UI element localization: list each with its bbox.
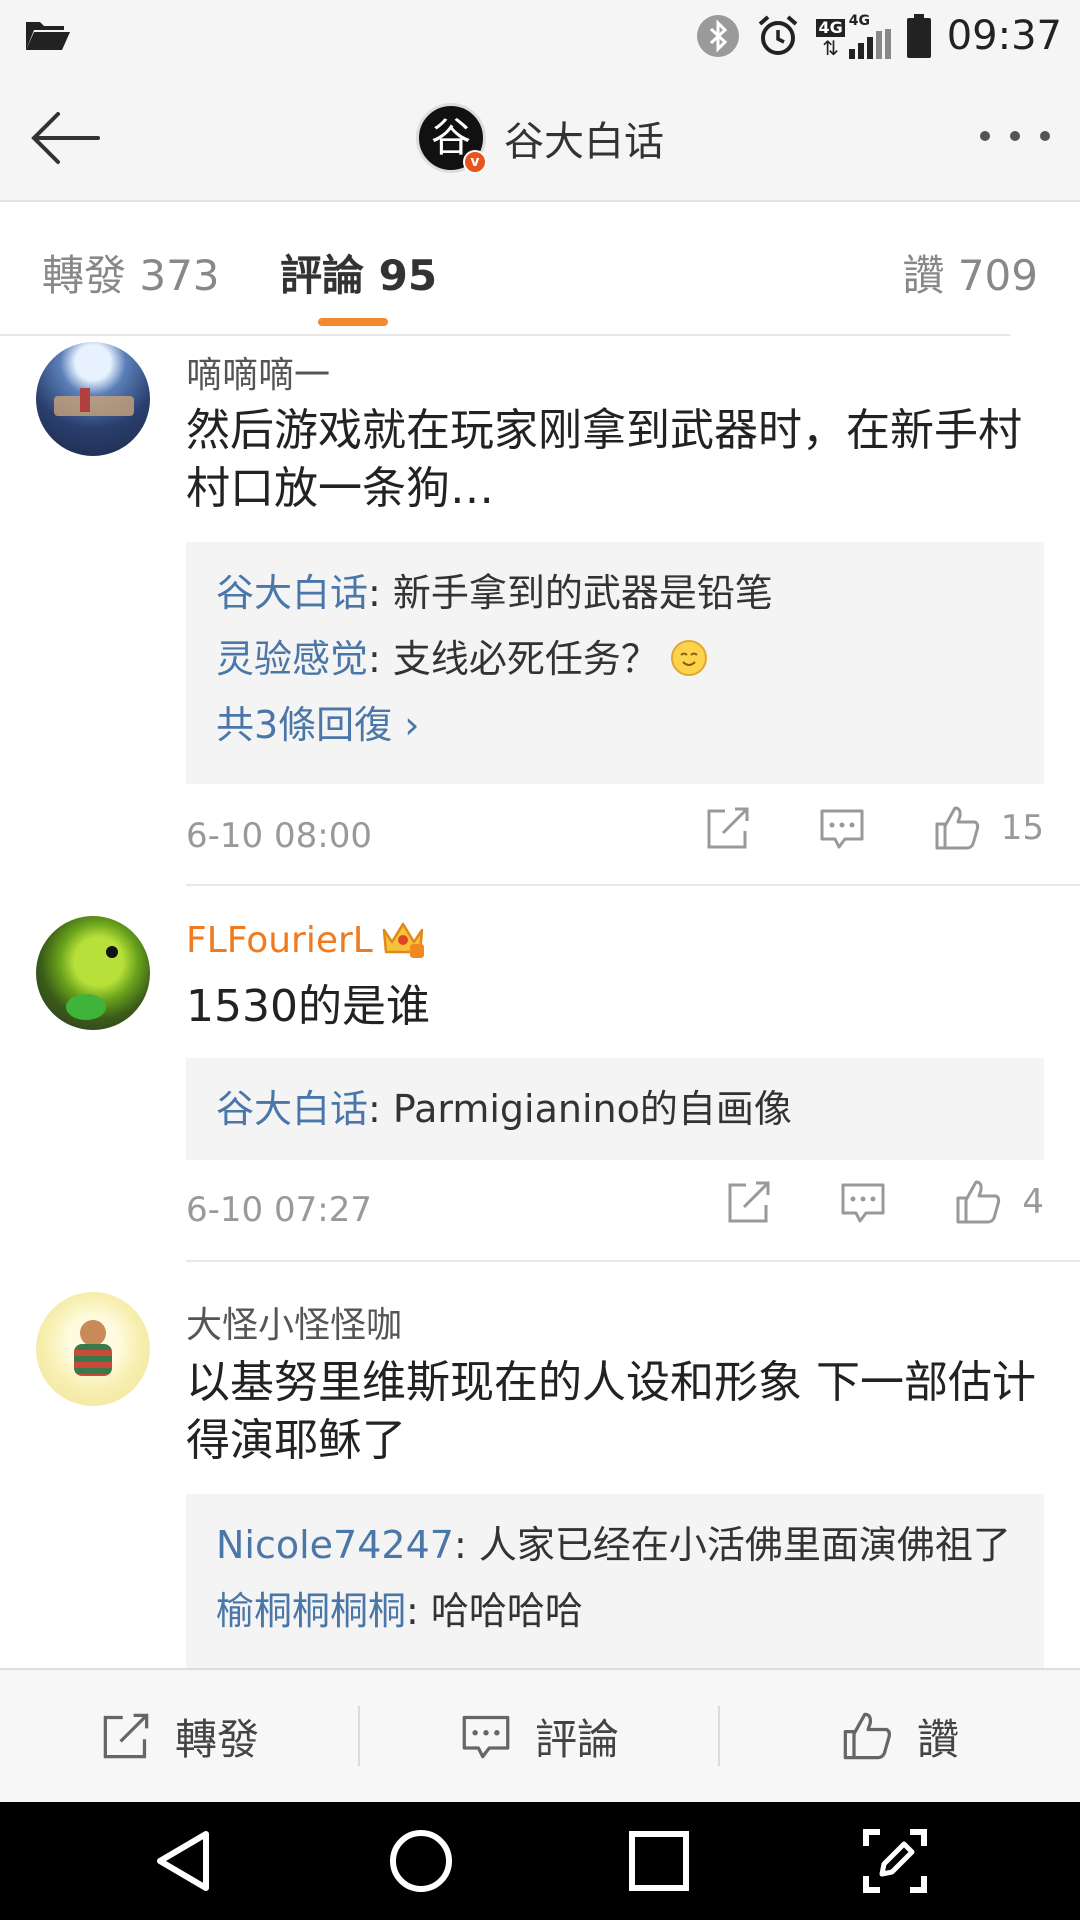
comment-text: 然后游戏就在玩家刚拿到武器时，在新手村村口放一条狗… <box>186 405 1022 514</box>
data-arrows-icon: ⇅ <box>822 36 839 60</box>
reply-separator: : <box>368 637 393 681</box>
comment-icon[interactable] <box>840 1179 886 1225</box>
vip-crown-icon <box>382 922 424 958</box>
bluetooth-icon <box>697 15 740 57</box>
reply-item: 灵验感觉: 支线必死任务？ <box>216 626 1014 692</box>
like-action[interactable]: 4 <box>954 1178 1044 1226</box>
recents-square-icon[interactable] <box>622 1824 696 1898</box>
reply-item: 榆桐桐桐桐: 哈哈哈哈 <box>216 1578 1014 1644</box>
comment-actions: 15 <box>705 804 1044 852</box>
comment-item: 大怪小怪怪咖 以基努里维斯现在的人设和形象 下一部估计得演耶稣了 Nicole7… <box>0 1262 1080 1668</box>
reply-text: 支线必死任务？ <box>392 637 659 681</box>
thumbs-up-icon[interactable] <box>954 1178 1002 1226</box>
comment-text: 以基努里维斯现在的人设和形象 下一部估计得演耶稣了 <box>186 1357 1036 1466</box>
reply-text: Parmigianino的自画像 <box>392 1087 792 1131</box>
reply-item: 谷大白话: Parmigianino的自画像 <box>216 1076 1014 1142</box>
reply-separator: : <box>453 1523 479 1567</box>
bottom-action-bar: 轉發 評論 讚 <box>0 1668 1080 1802</box>
repost-icon <box>103 1713 149 1759</box>
reply-item: Nicole74247: 人家已经在小活佛里面演佛祖了 <box>216 1512 1014 1578</box>
view-more-replies-link[interactable]: 共3條回復 › <box>216 692 1014 758</box>
reply-author[interactable]: 灵验感觉 <box>216 637 368 681</box>
comment-timestamp: 6-10 08:00 <box>186 816 372 856</box>
reply-author[interactable]: 谷大白话 <box>216 1087 368 1131</box>
like-count: 4 <box>1022 1182 1044 1222</box>
commenter-avatar[interactable] <box>36 916 150 1030</box>
smile-emoji-icon <box>671 640 708 676</box>
reply-separator: : <box>406 1589 431 1633</box>
repost-icon[interactable] <box>705 805 751 851</box>
like-button[interactable]: 讚 <box>720 1670 1080 1802</box>
commenter-name[interactable]: FLFourierL <box>186 920 373 961</box>
comment-button-label: 評論 <box>534 1714 619 1764</box>
tab-bar: 轉發 373 評論 95 讚 709 <box>0 202 1080 336</box>
network-indicator: 4G ⇅ 4G <box>816 13 891 60</box>
comment-icon[interactable] <box>819 805 865 851</box>
thumbs-up-icon <box>843 1712 891 1760</box>
repost-button-label: 轉發 <box>174 1714 259 1764</box>
reply-text: 人家已经在小活佛里面演佛祖了 <box>478 1523 1011 1567</box>
tab-comment[interactable]: 評論 95 <box>280 242 437 303</box>
comment-button[interactable]: 評論 <box>360 1670 720 1802</box>
alarm-icon <box>759 15 798 55</box>
account-avatar[interactable]: 谷 v <box>416 103 487 174</box>
reply-author[interactable]: 谷大白话 <box>216 571 368 615</box>
comment-actions: 4 <box>726 1178 1044 1226</box>
thumbs-up-icon[interactable] <box>933 804 981 852</box>
folder-icon <box>26 22 70 50</box>
reply-box[interactable]: 谷大白话: 新手拿到的武器是铅笔 灵验感觉: 支线必死任务？ 共3條回復 › <box>186 542 1044 784</box>
commenter-avatar[interactable] <box>36 1292 150 1406</box>
reply-text: 哈哈哈哈 <box>430 1589 583 1633</box>
like-count: 15 <box>1000 808 1044 848</box>
reply-box[interactable]: Nicole74247: 人家已经在小活佛里面演佛祖了 榆桐桐桐桐: 哈哈哈哈 <box>186 1494 1044 1668</box>
comment-icon <box>462 1715 510 1759</box>
reply-separator: : <box>368 1087 393 1131</box>
system-nav-bar <box>0 1802 1080 1920</box>
comment-timestamp: 6-10 07:27 <box>186 1190 372 1230</box>
page-title: 谷大白话 <box>504 119 664 165</box>
top-nav-bar: 谷 v 谷大白话 <box>0 72 1080 202</box>
status-bar: 4G ⇅ 4G 09:37 <box>0 0 1080 72</box>
commenter-name[interactable]: 嘀嘀嘀一 <box>186 346 330 398</box>
nav-title-group[interactable]: 谷 v 谷大白话 <box>0 100 1080 176</box>
reply-text: 新手拿到的武器是铅笔 <box>392 571 773 615</box>
network-label-2: 4G <box>848 13 870 29</box>
battery-icon <box>906 14 931 58</box>
like-button-label: 讚 <box>916 1714 959 1764</box>
signal-icon <box>848 29 891 59</box>
reply-item: 谷大白话: 新手拿到的武器是铅笔 <box>216 560 1014 626</box>
screenshot-edit-icon[interactable] <box>858 1824 932 1898</box>
commenter-avatar[interactable] <box>36 342 150 456</box>
reply-author[interactable]: Nicole74247 <box>216 1523 454 1567</box>
network-label-1: 4G <box>816 18 845 37</box>
active-tab-indicator <box>318 318 388 326</box>
comment-text: 1530的是谁 <box>186 981 430 1032</box>
comment-item: 嘀嘀嘀一 然后游戏就在玩家刚拿到武器时，在新手村村口放一条狗… 谷大白话: 新手… <box>0 336 1080 886</box>
repost-icon[interactable] <box>726 1179 772 1225</box>
verified-badge: v <box>463 150 487 174</box>
tab-like[interactable]: 讚 709 <box>902 242 1038 303</box>
like-action[interactable]: 15 <box>933 804 1044 852</box>
repost-button[interactable]: 轉發 <box>0 1670 360 1802</box>
tab-repost[interactable]: 轉發 373 <box>42 242 220 303</box>
more-menu-icon[interactable] <box>980 128 1050 144</box>
reply-separator: : <box>368 571 393 615</box>
reply-author[interactable]: 榆桐桐桐桐 <box>216 1589 406 1633</box>
commenter-name[interactable]: 大怪小怪怪咖 <box>186 1296 402 1348</box>
back-triangle-icon[interactable] <box>150 1824 224 1898</box>
clock: 09:37 <box>946 13 1062 59</box>
reply-box[interactable]: 谷大白话: Parmigianino的自画像 <box>186 1058 1044 1160</box>
home-circle-icon[interactable] <box>384 1824 458 1898</box>
comment-item: FLFourierL 1530的是谁 谷大白话: Parmigianino的自画… <box>0 886 1080 1264</box>
